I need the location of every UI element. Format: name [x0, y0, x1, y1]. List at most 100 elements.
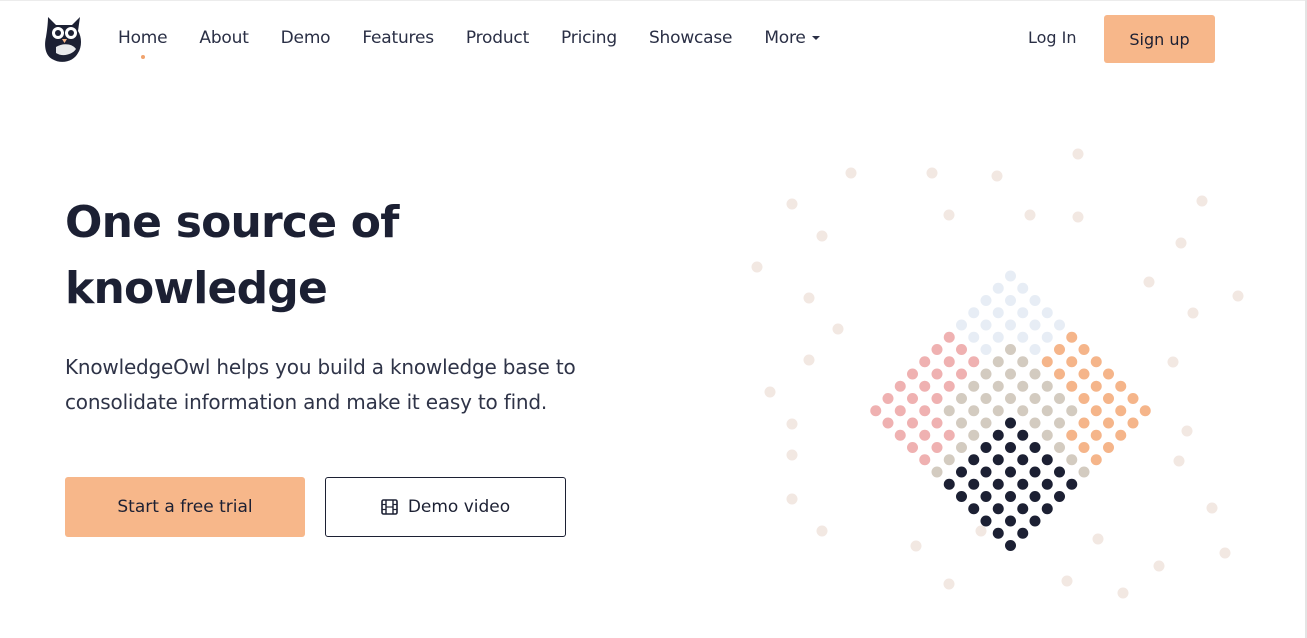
demo-video-button[interactable]: Demo video	[325, 477, 566, 537]
site-header: Home About Demo Features Product Pricing…	[0, 0, 1307, 76]
grid-dot	[1005, 417, 1016, 429]
faint-dot	[943, 578, 955, 590]
grid-dot	[870, 405, 882, 417]
grid-dot	[1029, 417, 1041, 429]
grid-dot	[1005, 515, 1016, 527]
grid-dot	[1041, 478, 1053, 490]
grid-dot	[931, 417, 943, 429]
faint-dot	[803, 354, 815, 366]
login-link[interactable]: Log In	[1028, 28, 1077, 47]
grid-dot	[1029, 393, 1041, 404]
signup-button[interactable]: Sign up	[1104, 15, 1215, 63]
grid-dot	[1041, 503, 1053, 515]
grid-dot	[1017, 527, 1029, 539]
faint-dot	[1196, 195, 1208, 207]
grid-dot	[1090, 380, 1102, 392]
grid-dot	[1078, 368, 1090, 380]
grid-dot	[1029, 442, 1041, 453]
grid-dot	[1041, 356, 1053, 368]
nav-product[interactable]: Product	[466, 26, 529, 50]
grid-dot	[1078, 344, 1090, 355]
grid-dot	[968, 454, 980, 466]
grid-dot	[894, 405, 906, 417]
grid-dot	[943, 356, 955, 368]
grid-dot	[1017, 282, 1029, 294]
grid-dot	[1029, 295, 1041, 306]
grid-dot	[1115, 405, 1127, 417]
grid-dot	[1017, 503, 1029, 515]
grid-dot	[919, 454, 931, 466]
faint-dot	[926, 167, 938, 179]
grid-dot	[931, 442, 943, 453]
hero-lead: KnowledgeOwl helps you build a knowledge…	[65, 355, 576, 414]
grid-dot	[968, 503, 980, 515]
grid-dot	[1005, 344, 1016, 355]
owl-logo-icon[interactable]	[42, 13, 86, 65]
grid-dot	[956, 319, 967, 331]
faint-dot	[1072, 211, 1084, 223]
grid-dot	[1005, 491, 1016, 502]
grid-dot	[1054, 319, 1065, 331]
grid-dot	[1090, 405, 1102, 417]
faint-dot	[786, 449, 798, 461]
grid-dot	[1041, 454, 1053, 466]
main-nav: Home About Demo Features Product Pricing…	[118, 26, 852, 59]
faint-dot	[786, 198, 798, 210]
grid-dot	[1115, 380, 1127, 392]
nav-about[interactable]: About	[199, 26, 248, 50]
grid-dot	[992, 405, 1004, 417]
grid-dot	[943, 429, 955, 441]
grid-dot	[1041, 331, 1053, 343]
grid-dot	[1054, 466, 1065, 478]
faint-dot	[1206, 502, 1218, 514]
grid-dot	[956, 393, 967, 404]
grid-dot	[980, 515, 992, 527]
grid-dot	[980, 466, 992, 478]
nav-pricing[interactable]: Pricing	[561, 26, 617, 50]
hero-title: One source of knowledge	[65, 197, 399, 314]
grid-dot	[1029, 319, 1041, 331]
faint-dot	[1187, 307, 1199, 319]
grid-dot	[980, 319, 992, 331]
grid-dot	[1017, 478, 1029, 490]
faint-dot	[845, 167, 857, 179]
faint-dot	[1175, 237, 1187, 249]
grid-dot	[980, 442, 992, 453]
faint-dot	[1092, 533, 1104, 545]
grid-dot	[1054, 442, 1065, 453]
grid-dot	[992, 307, 1004, 319]
grid-dot	[1017, 380, 1029, 392]
grid-dot	[1005, 442, 1016, 453]
grid-dot	[968, 380, 980, 392]
grid-dot	[943, 405, 955, 417]
nav-demo[interactable]: Demo	[281, 26, 331, 50]
grid-dot	[1054, 491, 1065, 502]
grid-dot	[980, 491, 992, 502]
grid-dot	[992, 429, 1004, 441]
grid-dot	[968, 405, 980, 417]
grid-dot	[1054, 368, 1065, 380]
start-trial-button[interactable]: Start a free trial	[65, 477, 305, 537]
grid-dot	[1078, 466, 1090, 478]
grid-dot	[1005, 319, 1016, 331]
faint-dot	[1232, 290, 1244, 302]
grid-dot	[1139, 405, 1151, 417]
grid-dot	[931, 344, 943, 355]
grid-dot	[882, 417, 894, 429]
nav-features[interactable]: Features	[362, 26, 434, 50]
grid-dot	[1054, 344, 1065, 355]
grid-dot	[968, 331, 980, 343]
faint-dot	[832, 323, 844, 335]
nav-showcase[interactable]: Showcase	[649, 26, 733, 50]
grid-dot	[1017, 331, 1029, 343]
grid-dot	[956, 466, 967, 478]
grid-dot	[1005, 466, 1016, 478]
grid-dot	[968, 356, 980, 368]
grid-dot	[980, 344, 992, 355]
nav-home[interactable]: Home	[118, 26, 168, 59]
grid-dot	[1066, 380, 1078, 392]
grid-dot	[1029, 491, 1041, 502]
grid-dot	[1066, 331, 1078, 343]
nav-more[interactable]: More	[764, 26, 820, 50]
grid-dot	[1005, 295, 1016, 306]
